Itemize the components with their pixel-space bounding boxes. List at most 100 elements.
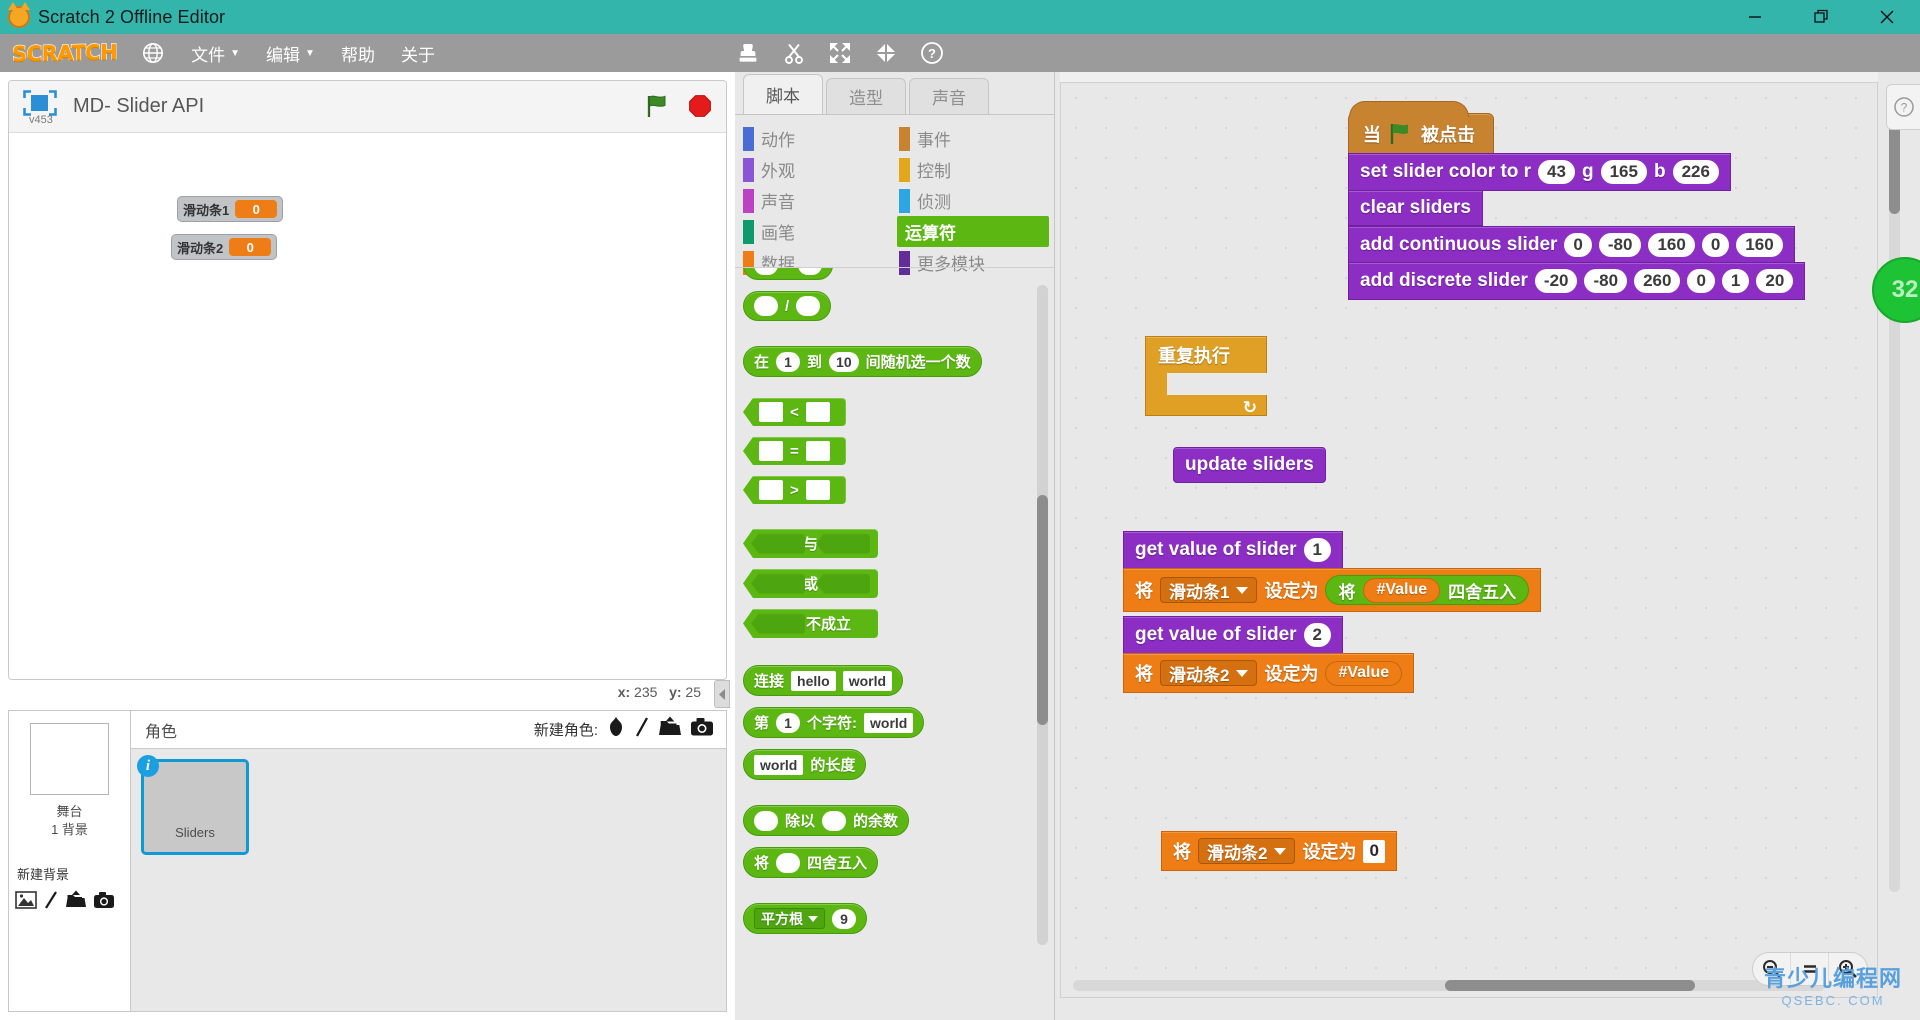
scratch-wordmark[interactable]: SCRATCH <box>11 39 117 66</box>
join-string-1[interactable]: hello <box>791 670 836 691</box>
discrete-arg-5[interactable]: 1 <box>1721 269 1750 293</box>
block-get-value-of-slider-2[interactable]: get value of slider 2 <box>1123 616 1344 654</box>
category-sound[interactable]: 声音 <box>741 185 893 216</box>
slider-color-g[interactable]: 165 <box>1600 160 1647 184</box>
discrete-arg-1[interactable]: -20 <box>1534 269 1578 293</box>
category-pen[interactable]: 画笔 <box>741 216 893 247</box>
discrete-arg-3[interactable]: 260 <box>1634 269 1681 293</box>
tab-sounds[interactable]: 声音 <box>909 78 989 114</box>
block-set-variable-slider1[interactable]: 将 滑动条1 设定为 将 #Value 四舍五入 <box>1123 568 1542 612</box>
slider-index[interactable]: 1 <box>1303 538 1332 562</box>
continuous-arg-1[interactable]: 0 <box>1564 233 1592 257</box>
palette-block-divide[interactable]: / <box>743 291 832 321</box>
operand-left[interactable] <box>759 402 783 422</box>
set-variable-value[interactable]: 0 <box>1363 839 1385 863</box>
block-add-continuous-slider[interactable]: add continuous slider 0 -80 160 0 160 <box>1348 226 1795 264</box>
discrete-arg-4[interactable]: 0 <box>1687 269 1715 293</box>
palette-block-pick-random[interactable]: 在 1 到 10 间随机选一个数 <box>743 346 982 377</box>
operand-left[interactable] <box>759 480 783 500</box>
round-operand[interactable] <box>776 852 801 873</box>
upload-icon[interactable] <box>65 890 87 915</box>
operand-left[interactable] <box>754 296 778 316</box>
block-forever[interactable]: 重复执行 ↻ <box>1145 336 1267 417</box>
help-icon[interactable]: ? <box>919 40 945 66</box>
palette-block-and[interactable]: 与 <box>743 529 878 558</box>
category-motion[interactable]: 动作 <box>741 123 893 154</box>
palette-block-equals[interactable]: = <box>743 437 846 465</box>
operand-right[interactable] <box>796 296 821 316</box>
random-from[interactable]: 1 <box>776 351 801 372</box>
menu-item-file[interactable]: 文件 ▼ <box>191 41 240 66</box>
block-set-variable-slider2-zero[interactable]: 将 滑动条2 设定为 0 <box>1161 831 1397 871</box>
stage-thumbnail[interactable] <box>30 723 109 795</box>
reporter-round[interactable]: 将 #Value 四舍五入 <box>1325 575 1530 605</box>
palette-block-multiply[interactable]: * <box>743 268 833 280</box>
continuous-arg-5[interactable]: 160 <box>1736 233 1783 257</box>
operand-left[interactable] <box>754 268 778 275</box>
operand-right[interactable] <box>805 402 830 422</box>
length-string[interactable]: world <box>754 754 804 775</box>
join-string-2[interactable]: world <box>842 670 893 691</box>
restore-icon[interactable] <box>1788 0 1854 34</box>
palette-block-not[interactable]: 不成立 <box>743 609 878 638</box>
slider-color-r[interactable]: 43 <box>1538 160 1575 184</box>
upload-icon[interactable] <box>658 716 682 743</box>
letter-string[interactable]: world <box>864 712 914 733</box>
sprite-item-sliders[interactable]: i Sliders <box>137 755 249 855</box>
continuous-arg-3[interactable]: 160 <box>1648 233 1695 257</box>
palette-block-round[interactable]: 将 四舍五入 <box>743 847 879 878</box>
continuous-arg-4[interactable]: 0 <box>1701 233 1730 257</box>
bool-slot[interactable] <box>751 613 805 634</box>
bool-slot-left[interactable] <box>751 533 805 554</box>
random-to[interactable]: 10 <box>829 351 859 372</box>
palette-block-greater-than[interactable]: > <box>743 476 846 504</box>
block-add-discrete-slider[interactable]: add discrete slider -20 -80 260 0 1 20 <box>1348 262 1806 300</box>
stage-selector[interactable]: 舞台 1 背景 新建背景 <box>9 711 131 1011</box>
math-function-dropdown[interactable]: 平方根 <box>754 908 825 929</box>
minimize-icon[interactable] <box>1722 0 1788 34</box>
collapse-left-icon[interactable] <box>714 680 730 708</box>
camera-icon[interactable] <box>93 891 115 914</box>
operand-right[interactable] <box>822 810 847 831</box>
slider-index[interactable]: 2 <box>1303 623 1332 647</box>
bool-slot-right[interactable] <box>816 573 870 594</box>
continuous-arg-2[interactable]: -80 <box>1598 233 1642 257</box>
palette-block-join[interactable]: 连接 hello world <box>743 665 904 696</box>
library-image-icon[interactable] <box>15 891 37 914</box>
library-sprite-icon[interactable] <box>606 716 626 743</box>
menu-item-help[interactable]: 帮助 <box>341 41 375 66</box>
operand-left[interactable] <box>754 810 778 831</box>
paint-brush-icon[interactable] <box>43 890 59 915</box>
block-set-variable-slider2[interactable]: 将 滑动条2 设定为 #Value <box>1123 653 1415 693</box>
close-icon[interactable] <box>1854 0 1920 34</box>
menu-item-about[interactable]: 关于 <box>401 41 435 66</box>
slider-color-b[interactable]: 226 <box>1672 160 1719 184</box>
tab-costumes[interactable]: 造型 <box>826 78 906 114</box>
variable-dropdown-slider1[interactable]: 滑动条1 <box>1160 577 1258 603</box>
zoom-reset-icon[interactable] <box>1791 953 1829 985</box>
palette-block-modulo[interactable]: 除以 的余数 <box>743 805 910 836</box>
variable-reporter-value[interactable]: #Value <box>1363 577 1441 603</box>
sprite-info-badge[interactable]: i <box>137 755 159 777</box>
variable-reporter-value[interactable]: #Value <box>1325 660 1403 686</box>
scissors-icon[interactable] <box>781 40 807 66</box>
math-operand[interactable]: 9 <box>832 908 856 929</box>
letter-index[interactable]: 1 <box>776 712 801 733</box>
tab-scripts[interactable]: 脚本 <box>743 74 823 114</box>
stop-sign-icon[interactable] <box>688 94 712 118</box>
variable-dropdown-slider2[interactable]: 滑动条2 <box>1160 660 1258 686</box>
palette-block-list[interactable]: * / 在 1 到 10 间随机选一个数 <box>735 267 1055 1020</box>
hat-block-when-flag-clicked[interactable]: 当 被点击 <box>1348 101 1494 155</box>
palette-scrollbar-thumb[interactable] <box>1037 495 1048 725</box>
stamp-icon[interactable] <box>735 40 761 66</box>
green-flag-icon[interactable] <box>644 93 670 119</box>
block-update-sliders[interactable]: update sliders <box>1173 447 1326 483</box>
shrink-icon[interactable] <box>873 40 899 66</box>
palette-block-or[interactable]: 或 <box>743 569 878 598</box>
palette-block-length-of[interactable]: world 的长度 <box>743 749 867 780</box>
variable-dropdown-slider2[interactable]: 滑动条2 <box>1198 838 1296 864</box>
stage-canvas[interactable]: 滑动条1 0 滑动条2 0 <box>9 134 726 679</box>
paint-brush-icon[interactable] <box>634 716 650 743</box>
zoom-out-icon[interactable] <box>1753 953 1791 985</box>
grow-icon[interactable] <box>827 40 853 66</box>
